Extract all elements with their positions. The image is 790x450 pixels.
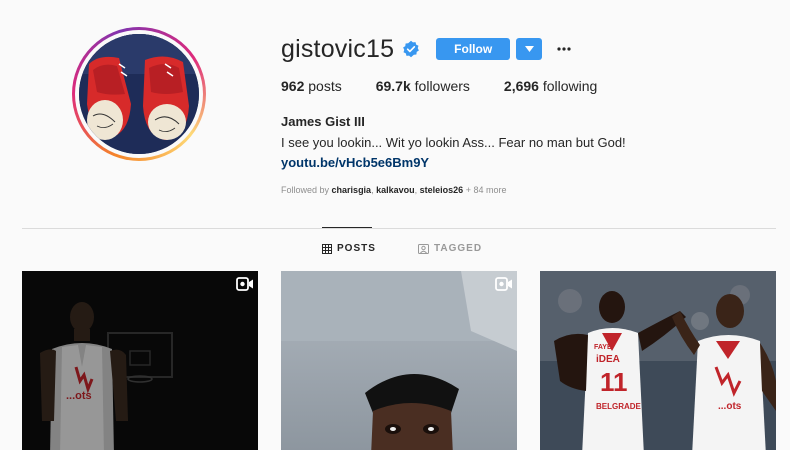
post-image: FAYE iDEA 11 BELGRADE ...ots (540, 271, 776, 450)
posts-label: posts (308, 78, 342, 94)
profile-avatar[interactable] (72, 27, 206, 161)
tab-tagged[interactable]: TAGGED (418, 243, 482, 254)
post-thumbnail[interactable] (281, 271, 517, 450)
posts-stat: 962 posts (281, 78, 342, 94)
video-icon (236, 277, 253, 291)
post-thumbnail[interactable]: FAYE iDEA 11 BELGRADE ...ots (540, 271, 776, 450)
jersey-sponsor: iDEA (596, 354, 620, 365)
post-thumbnail[interactable]: ...ots (22, 271, 258, 450)
bio-text: I see you lookin... Wit yo lookin Ass...… (281, 135, 626, 150)
followed-by[interactable]: Followed by charisgia, kalkavou, steleio… (281, 185, 790, 195)
tab-tagged-label: TAGGED (434, 243, 483, 254)
more-options-button[interactable] (552, 38, 576, 60)
followed-by-more: + 84 more (465, 185, 507, 195)
title-row: gistovic15 Follow (281, 34, 790, 64)
verified-badge-icon (402, 40, 420, 58)
posts-count: 962 (281, 78, 305, 94)
caret-down-icon (524, 46, 534, 52)
followers-count: 69.7k (375, 78, 411, 94)
profile-header: gistovic15 Follow 962 posts 69.7k follow… (281, 34, 790, 196)
grid-icon (322, 243, 332, 254)
jersey-city: BELGRADE (596, 402, 642, 411)
suggested-dropdown-button[interactable] (516, 38, 543, 60)
followed-by-user: charisgia (331, 185, 372, 195)
tab-posts-label: POSTS (337, 243, 376, 254)
profile-stats: 962 posts 69.7k followers 2,696 followin… (281, 78, 790, 94)
tagged-icon (418, 243, 429, 254)
active-tab-indicator (322, 227, 372, 228)
followed-by-user: kalkavou (376, 185, 415, 195)
tab-posts[interactable]: POSTS (322, 243, 376, 254)
follow-button[interactable]: Follow (436, 38, 511, 60)
jersey-number: 11 (600, 367, 628, 397)
followed-by-prefix: Followed by (281, 185, 330, 195)
username: gistovic15 (281, 34, 395, 63)
followed-by-user: steleios26 (419, 185, 464, 195)
section-divider (22, 228, 776, 229)
instagram-profile-page: gistovic15 Follow 962 posts 69.7k follow… (0, 0, 790, 450)
profile-tabs: POSTS TAGGED (0, 243, 790, 259)
post-image (281, 271, 517, 450)
followers-stat[interactable]: 69.7k followers (376, 78, 470, 94)
following-count: 2,696 (503, 78, 539, 94)
post-image: ...ots (22, 271, 258, 450)
following-stat[interactable]: 2,696 following (504, 78, 597, 94)
video-icon (495, 277, 512, 291)
avatar-image (79, 34, 199, 154)
avatar-shoes-photo (79, 34, 199, 154)
full-name: James Gist III (281, 114, 365, 129)
followers-label: followers (414, 78, 470, 94)
jersey-name: FAYE (594, 344, 612, 351)
jersey-text-right: ...ots (718, 401, 742, 412)
avatar-gap (75, 30, 203, 158)
ellipsis-icon (557, 47, 571, 51)
following-label: following (542, 78, 598, 94)
bio-link[interactable]: youtu.be/vHcb5e6Bm9Y (281, 155, 429, 170)
